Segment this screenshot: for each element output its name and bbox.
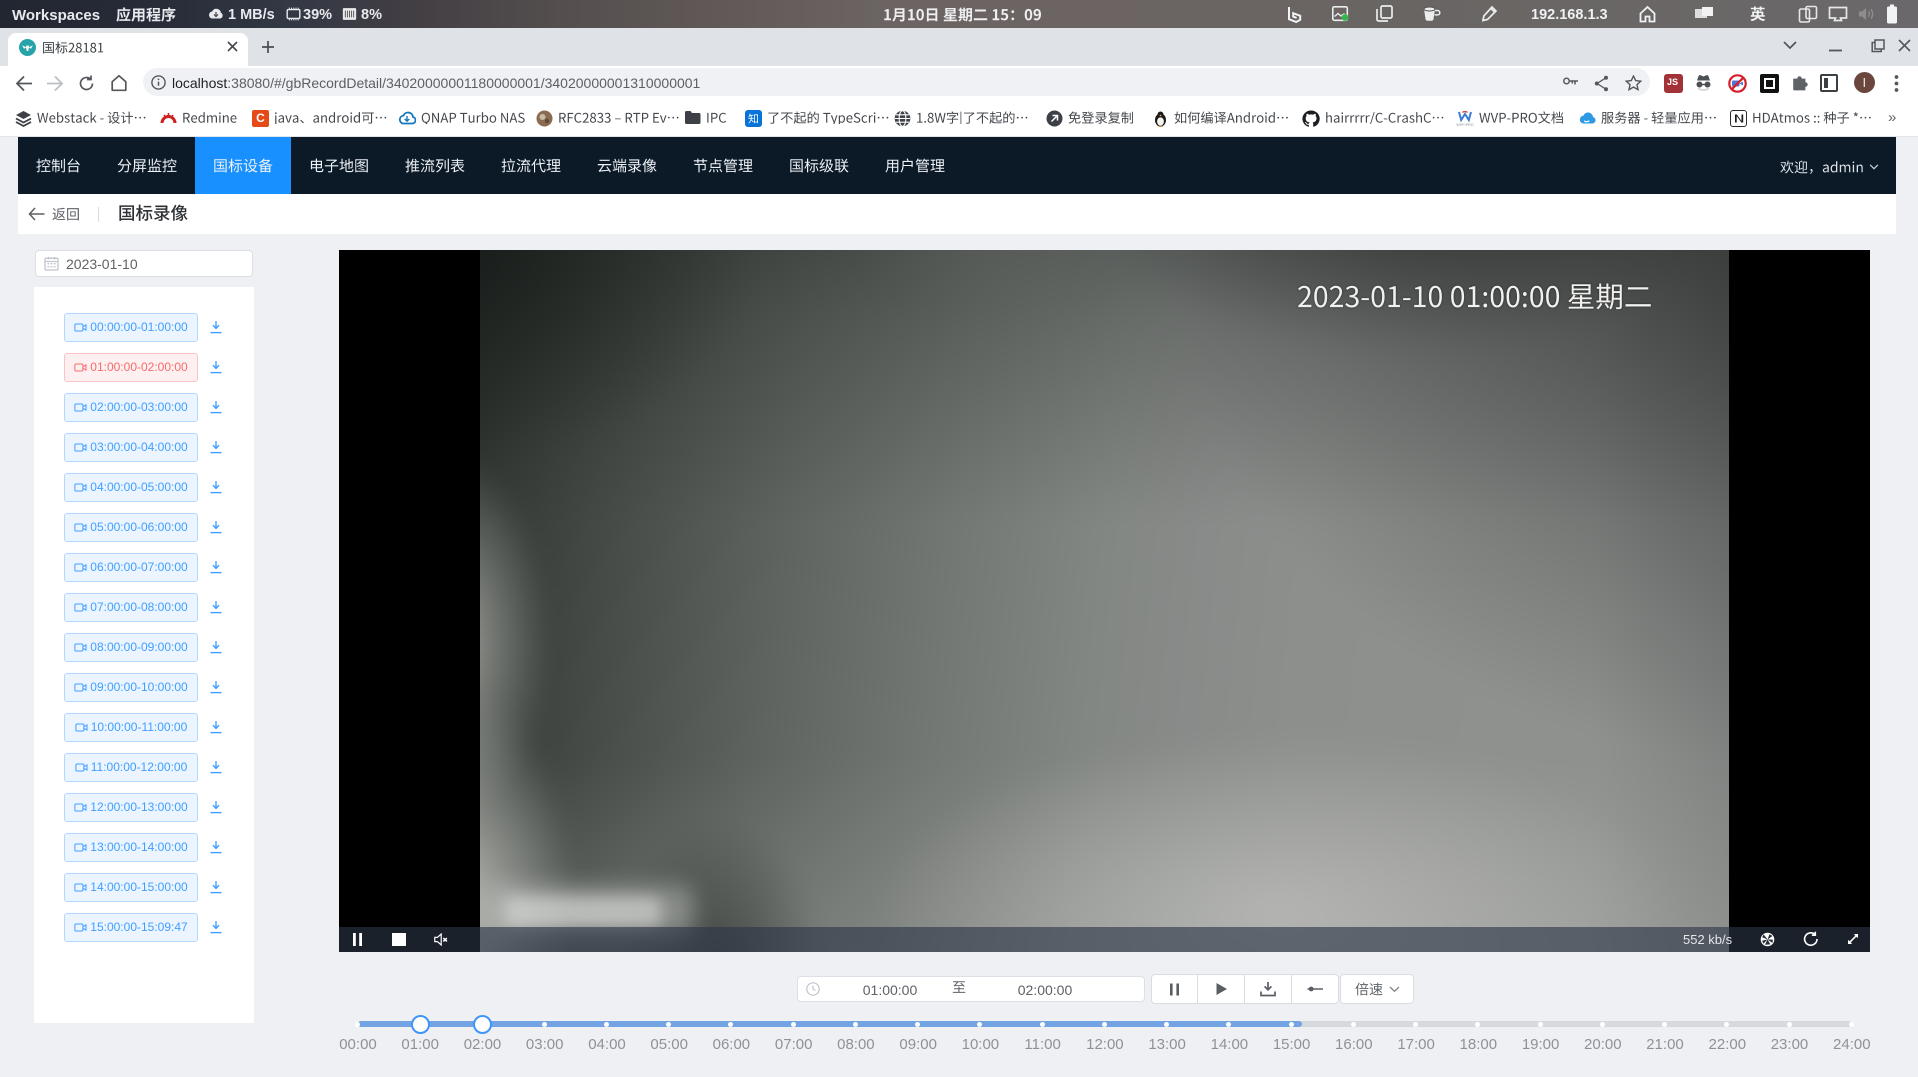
svg-text:WVP-PRO: WVP-PRO xyxy=(1456,123,1473,127)
